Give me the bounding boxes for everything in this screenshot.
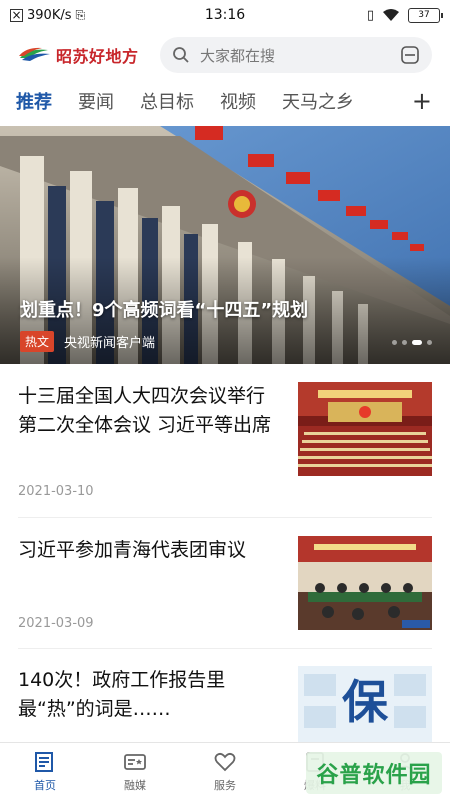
wifi-icon <box>383 9 399 21</box>
close-icon: × <box>10 8 23 22</box>
news-item[interactable]: 习近平参加青海代表团审议 2021-03-09 <box>18 536 432 649</box>
hero-meta: 热文 央视新闻客户端 <box>20 331 155 352</box>
nav-home-label: 首页 <box>34 779 56 792</box>
assembly-hall-image <box>298 382 432 476</box>
news-date: 2021-03-09 <box>18 616 94 631</box>
nav-service-label: 服务 <box>214 779 236 792</box>
app-logo: 昭苏好地方 <box>18 43 148 67</box>
scan-icon[interactable] <box>400 45 420 65</box>
hero-source: 央视新闻客户端 <box>64 336 156 351</box>
hero-title[interactable]: 划重点！9个高频词看“十四五”规划 <box>20 296 308 322</box>
site-watermark: 谷普软件园 <box>306 752 442 794</box>
channel-tabs: 推荐 要闻 总目标 视频 天马之乡 + <box>0 80 450 122</box>
nav-home[interactable]: 首页 <box>5 750 85 793</box>
tab-tianma[interactable]: 天马之乡 <box>282 88 354 114</box>
tab-news[interactable]: 要闻 <box>78 88 114 114</box>
hero-image <box>0 126 450 364</box>
carousel-dot <box>427 340 432 345</box>
nav-service[interactable]: 服务 <box>185 750 265 793</box>
search-icon <box>173 47 189 63</box>
news-date: 2021-03-10 <box>18 484 94 499</box>
battery-icon: 37 <box>408 7 443 23</box>
status-bar: × 390K/s ⎘ 13:16 ▯ 37 <box>0 0 450 30</box>
watermark-text: 谷普软件园 <box>316 763 432 788</box>
news-thumbnail[interactable] <box>298 536 432 630</box>
carousel-dot <box>402 340 407 345</box>
tab-goals[interactable]: 总目标 <box>140 88 194 114</box>
vibrate-icon: ▯ <box>366 7 374 23</box>
carousel-indicator <box>392 340 432 345</box>
news-title[interactable]: 140次！政府工作报告里最“热”的词是…… <box>18 666 280 724</box>
nav-media[interactable]: 融媒 <box>95 750 175 793</box>
hero-banner[interactable]: 划重点！9个高频词看“十四五”规划 热文 央视新闻客户端 <box>0 126 450 364</box>
nav-media-label: 融媒 <box>124 779 146 792</box>
app-header: 昭苏好地方 大家都在搜 <box>0 30 450 80</box>
network-speed: 390K/s <box>27 7 72 23</box>
carousel-dot-active <box>412 340 422 345</box>
news-item[interactable]: 140次！政府工作报告里最“热”的词是…… 保 <box>18 666 432 742</box>
add-channel-icon[interactable]: + <box>404 80 450 122</box>
tab-recommend[interactable]: 推荐 <box>16 88 52 114</box>
heart-icon <box>214 752 236 772</box>
search-bar[interactable]: 大家都在搜 <box>160 37 432 73</box>
news-item[interactable]: 十三届全国人大四次会议举行第二次全体会议 习近平等出席 2021-03-10 <box>18 382 432 518</box>
news-title[interactable]: 习近平参加青海代表团审议 <box>18 536 280 565</box>
thumb-keyword: 保 <box>342 675 389 729</box>
search-placeholder: 大家都在搜 <box>200 46 276 65</box>
home-icon <box>35 752 53 772</box>
delegation-meeting-image <box>298 536 432 630</box>
media-icon <box>124 754 146 770</box>
tab-video[interactable]: 视频 <box>220 88 256 114</box>
app-name: 昭苏好地方 <box>56 47 139 66</box>
news-thumbnail[interactable] <box>298 382 432 476</box>
report-keyword-image: 保 <box>298 666 432 742</box>
news-thumbnail[interactable]: 保 <box>298 666 432 742</box>
news-title[interactable]: 十三届全国人大四次会议举行第二次全体会议 习近平等出席 <box>18 382 280 440</box>
sim-icon: ⎘ <box>75 7 86 22</box>
hot-badge: 热文 <box>20 331 55 352</box>
logo-icon <box>19 47 50 61</box>
carousel-dot <box>392 340 397 345</box>
